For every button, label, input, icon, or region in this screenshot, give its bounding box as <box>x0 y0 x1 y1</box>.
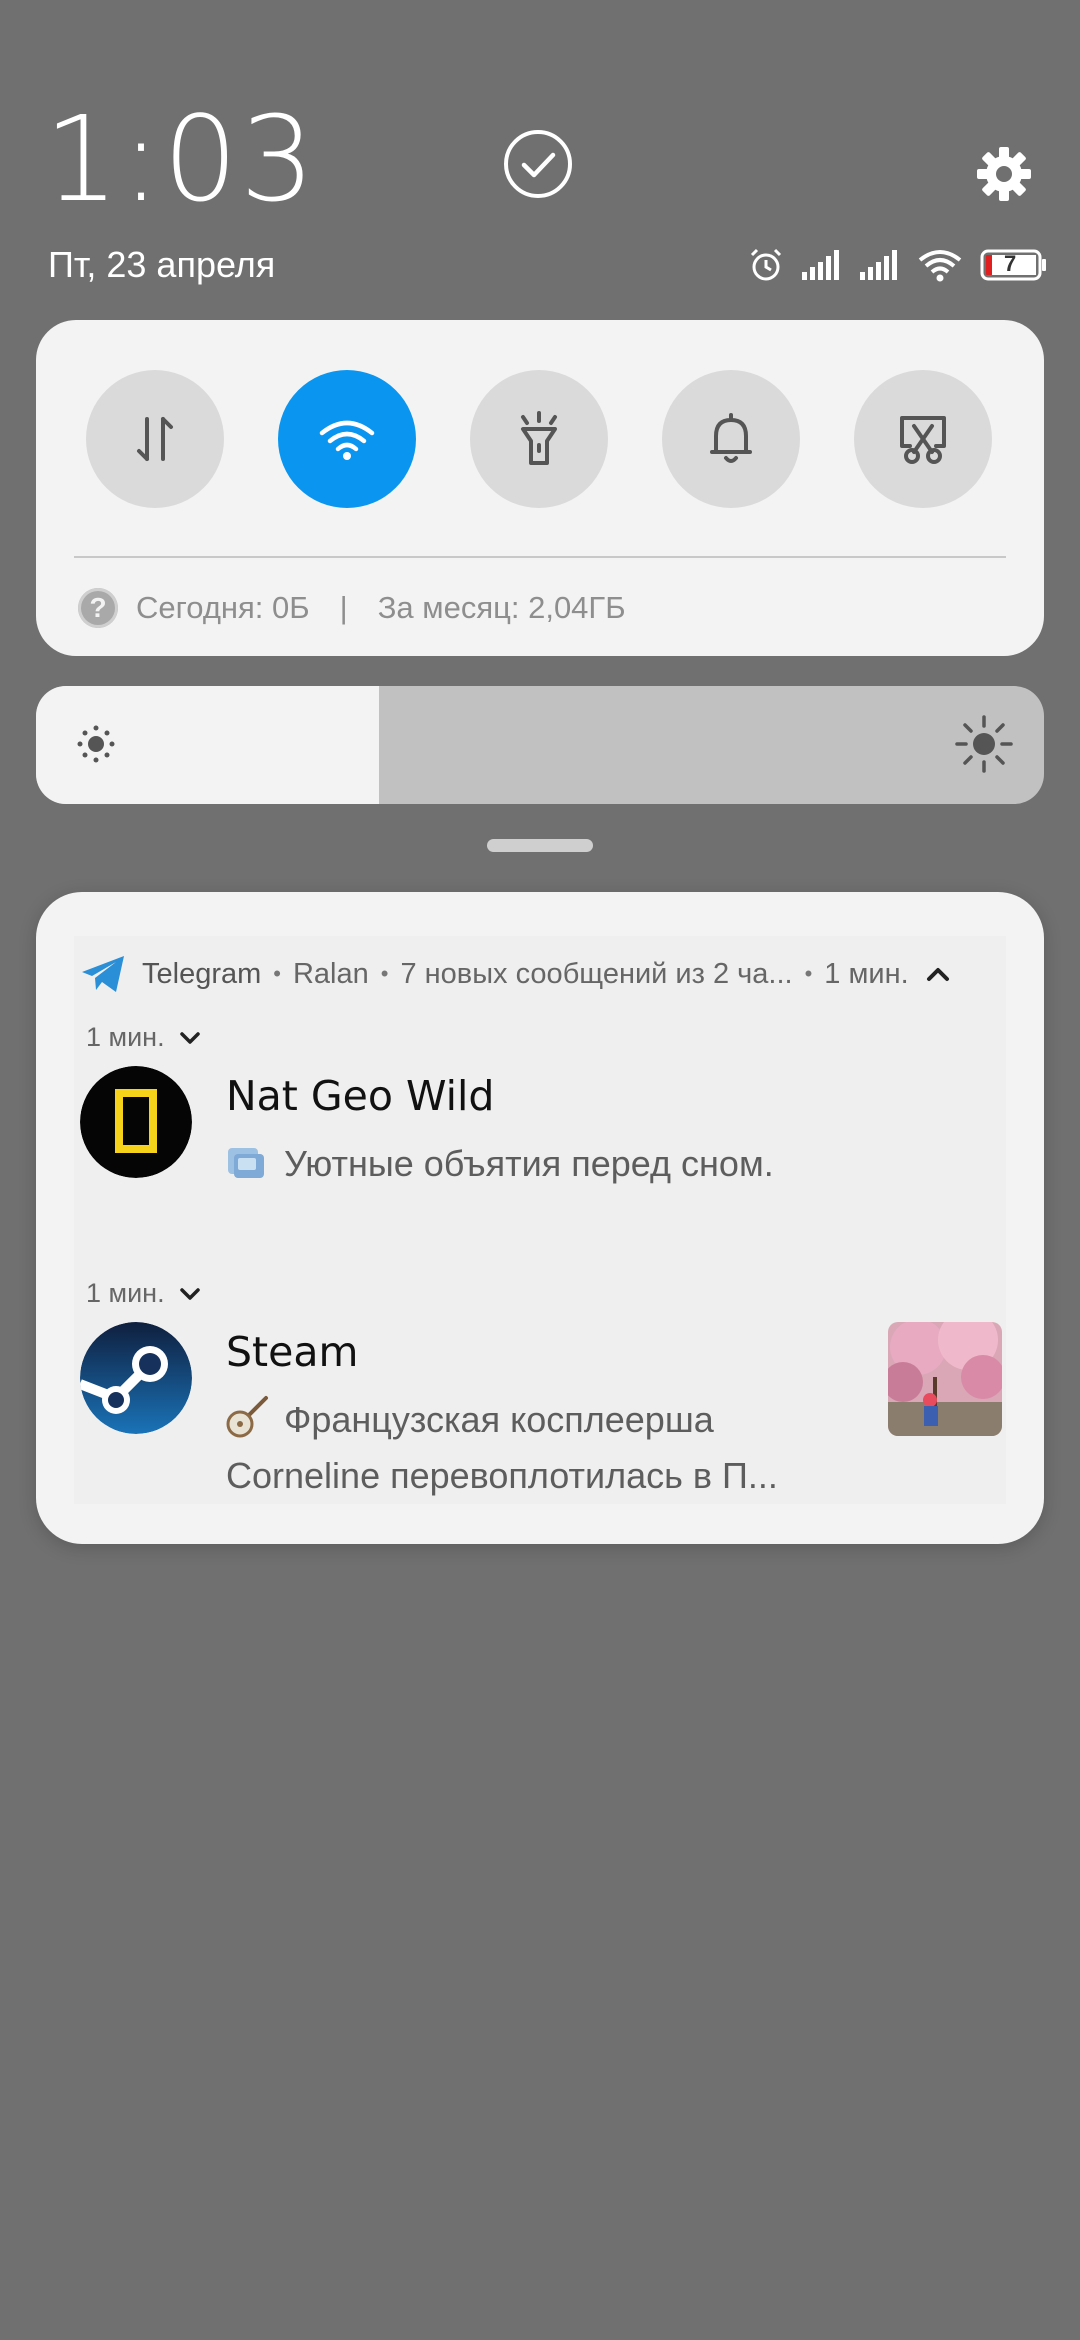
app-name: Telegram <box>142 957 262 990</box>
signal-icon <box>860 250 900 280</box>
message-sender: Nat Geo Wild <box>226 1072 495 1120</box>
telegram-icon <box>82 956 124 992</box>
message-time-row[interactable]: 1 мин. <box>86 1278 201 1309</box>
sound-toggle[interactable] <box>662 370 800 508</box>
battery-icon: 7 <box>980 249 1048 281</box>
flashlight-toggle[interactable] <box>470 370 608 508</box>
status-icons: 7 <box>748 245 1048 285</box>
wifi-icon <box>319 420 375 460</box>
battery-level: 7 <box>1004 251 1017 276</box>
data-usage[interactable]: ? Сегодня: 0Б | За месяц: 2,04ГБ <box>78 588 626 628</box>
message-body-line2: Corneline перевоплотилась в П... <box>226 1455 778 1496</box>
banjo-icon <box>226 1394 270 1454</box>
message-time: 1 мин. <box>86 1278 165 1308</box>
avatar <box>80 1066 192 1178</box>
drag-handle[interactable] <box>487 839 593 852</box>
message-text: Французская косплеерша <box>226 1392 714 1454</box>
chevron-down-icon <box>179 1287 200 1300</box>
brightness-high-icon <box>954 714 1014 779</box>
data-arrows-icon <box>137 417 173 461</box>
date: Пт, 23 апреля <box>48 244 276 285</box>
help-icon: ? <box>78 588 118 628</box>
clock: 1:03 <box>44 90 317 228</box>
message-time-row[interactable]: 1 мин. <box>86 1022 201 1053</box>
bell-icon <box>710 413 752 463</box>
wifi-icon <box>918 248 962 282</box>
check-circle-icon[interactable] <box>503 129 573 199</box>
message-text: Уютные объятия перед сном. <box>226 1136 774 1198</box>
notification-summary: 7 новых сообщений из 2 ча... <box>400 957 793 990</box>
message-thumbnail[interactable] <box>888 1322 1002 1436</box>
screenshot-icon <box>900 416 946 464</box>
account-name: Ralan <box>292 957 369 990</box>
gear-icon[interactable] <box>975 145 1033 203</box>
brightness-slider[interactable] <box>36 686 1044 804</box>
wifi-toggle[interactable] <box>278 370 416 508</box>
message-time: 1 мин. <box>86 1022 165 1052</box>
dot-separator: • <box>273 961 281 986</box>
message-body: Уютные объятия перед сном. <box>284 1143 774 1184</box>
quick-settings-panel: ? Сегодня: 0Б | За месяц: 2,04ГБ <box>36 320 1044 656</box>
dot-separator: • <box>804 961 813 986</box>
chevron-up-icon[interactable] <box>925 958 951 991</box>
video-camera-icon <box>226 1142 270 1198</box>
data-separator: | <box>339 590 348 625</box>
divider <box>74 556 1006 558</box>
notification-time: 1 мин. <box>824 957 909 990</box>
chevron-down-icon <box>179 1031 200 1044</box>
data-month: За месяц: 2,04ГБ <box>377 590 626 625</box>
notification-header[interactable]: Telegram • Ralan • 7 новых сообщений из … <box>80 944 1000 1004</box>
screenshot-toggle[interactable] <box>854 370 992 508</box>
signal-icon <box>802 250 842 280</box>
mobile-data-toggle[interactable] <box>86 370 224 508</box>
message-sender: Steam <box>226 1328 359 1376</box>
telegram-notification[interactable]: Telegram • Ralan • 7 новых сообщений из … <box>36 892 1044 1544</box>
alarm-icon <box>748 247 784 283</box>
brightness-low-icon <box>74 722 118 771</box>
message-body-line1: Французская косплеерша <box>284 1399 714 1440</box>
avatar <box>80 1322 192 1434</box>
dot-separator: • <box>380 961 389 986</box>
flashlight-icon <box>521 411 557 465</box>
data-today: Сегодня: 0Б <box>136 590 310 625</box>
